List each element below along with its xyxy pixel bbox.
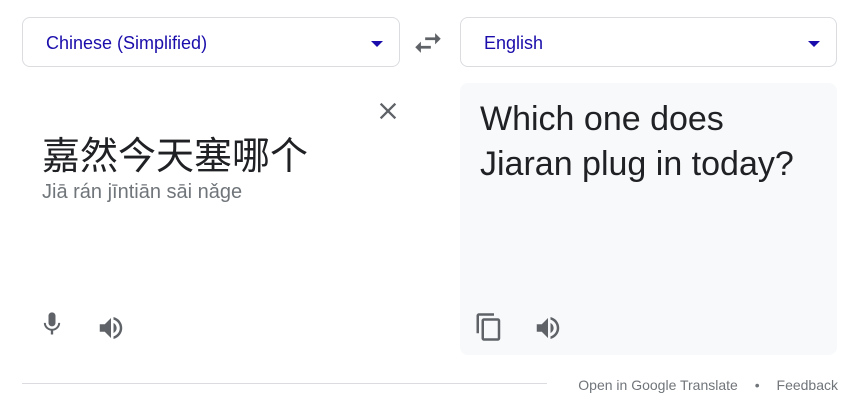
speaker-icon: [96, 313, 126, 343]
footer-links: Open in Google Translate • Feedback: [578, 376, 838, 394]
source-language-label: Chinese (Simplified): [46, 33, 208, 53]
close-icon: [374, 97, 402, 125]
chevron-down-icon: [808, 41, 820, 47]
swap-languages-button[interactable]: [411, 26, 445, 60]
copy-translation-button[interactable]: [474, 312, 504, 342]
translated-text: Which one does Jiaran plug in today?: [480, 100, 794, 183]
open-in-google-translate-link[interactable]: Open in Google Translate: [578, 377, 738, 393]
speaker-icon: [533, 313, 563, 343]
chevron-down-icon: [371, 41, 383, 47]
source-text[interactable]: 嘉然今天塞哪个: [42, 133, 308, 179]
listen-source-button[interactable]: [96, 313, 126, 343]
target-language-label: English: [484, 33, 544, 53]
microphone-button[interactable]: [38, 309, 66, 339]
swap-arrows-icon: [411, 26, 445, 60]
target-panel: Which one does Jiaran plug in today?: [460, 83, 837, 355]
clear-source-button[interactable]: [374, 97, 402, 125]
footer-separator: •: [754, 377, 760, 393]
source-panel: 嘉然今天塞哪个 Jiā rán jīntiān sāi nǎge: [22, 83, 438, 355]
footer-divider: [22, 383, 547, 384]
listen-translation-button[interactable]: [533, 313, 563, 343]
source-transliteration: Jiā rán jīntiān sāi nǎge: [42, 181, 243, 203]
microphone-icon: [38, 309, 66, 339]
feedback-link[interactable]: Feedback: [777, 377, 838, 393]
copy-icon: [474, 312, 504, 342]
target-language-select[interactable]: English: [460, 17, 837, 67]
source-language-select[interactable]: Chinese (Simplified): [22, 17, 400, 67]
